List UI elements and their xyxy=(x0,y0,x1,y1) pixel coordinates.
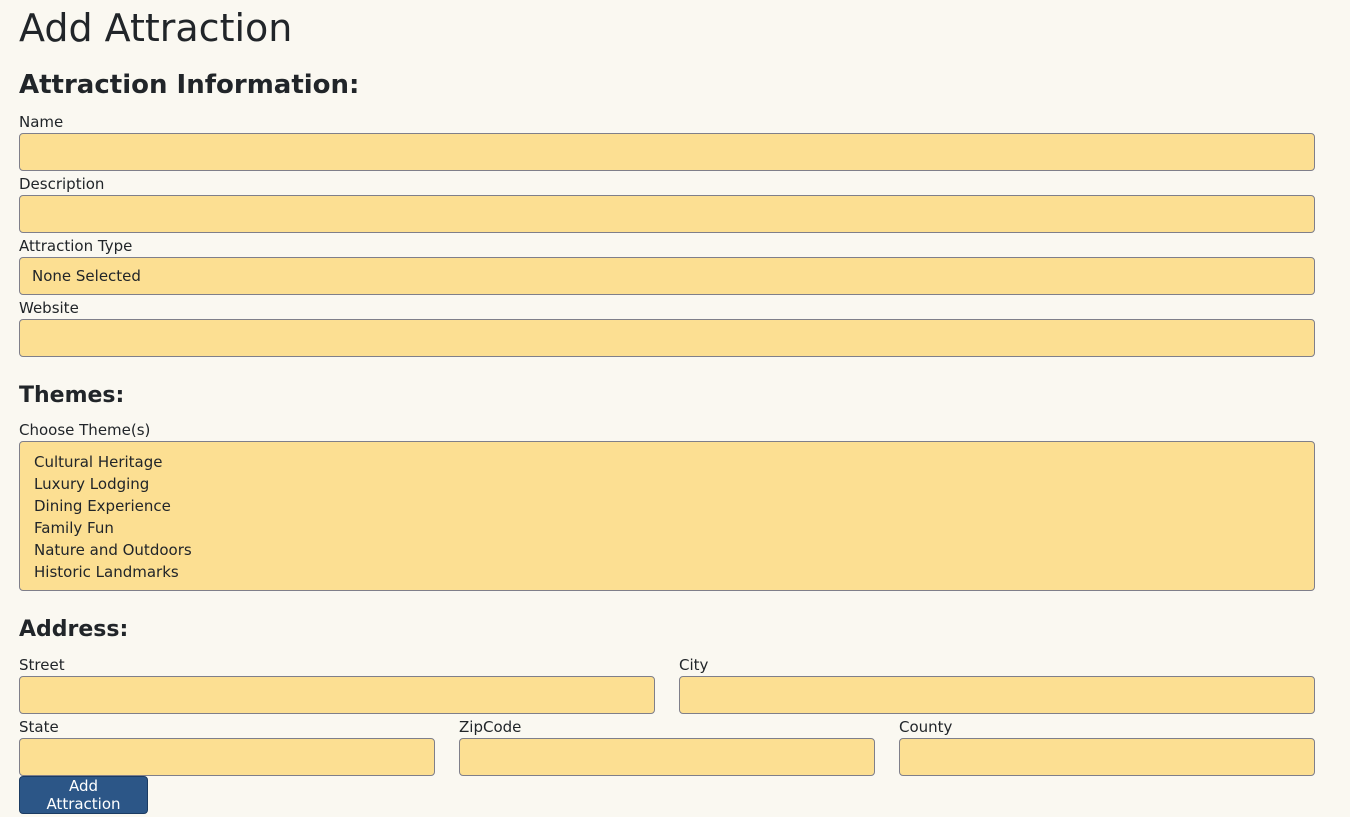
theme-option[interactable]: Cultural Heritage xyxy=(34,451,1300,473)
theme-option[interactable]: Dining Experience xyxy=(34,495,1300,517)
website-label: Website xyxy=(19,299,79,317)
county-input[interactable] xyxy=(899,738,1315,776)
page-title: Add Attraction xyxy=(19,6,293,50)
themes-multiselect[interactable]: Cultural Heritage Luxury Lodging Dining … xyxy=(19,441,1315,591)
state-input[interactable] xyxy=(19,738,435,776)
attraction-type-selected-value: None Selected xyxy=(32,267,141,285)
themes-heading: Themes: xyxy=(19,383,125,408)
street-label: Street xyxy=(19,656,65,674)
attraction-type-select[interactable]: None Selected xyxy=(19,257,1315,295)
add-attraction-button[interactable]: Add Attraction xyxy=(19,776,148,814)
website-input[interactable] xyxy=(19,319,1315,357)
address-heading: Address: xyxy=(19,617,129,642)
theme-option[interactable]: Luxury Lodging xyxy=(34,473,1300,495)
county-label: County xyxy=(899,718,953,736)
attraction-info-heading: Attraction Information: xyxy=(19,70,360,100)
attraction-type-label: Attraction Type xyxy=(19,237,133,255)
description-input[interactable] xyxy=(19,195,1315,233)
city-label: City xyxy=(679,656,709,674)
zipcode-input[interactable] xyxy=(459,738,875,776)
zipcode-label: ZipCode xyxy=(459,718,522,736)
name-input[interactable] xyxy=(19,133,1315,171)
theme-option[interactable]: Family Fun xyxy=(34,517,1300,539)
description-label: Description xyxy=(19,175,105,193)
choose-themes-label: Choose Theme(s) xyxy=(19,421,151,439)
state-label: State xyxy=(19,718,59,736)
name-label: Name xyxy=(19,113,64,131)
city-input[interactable] xyxy=(679,676,1315,714)
theme-option[interactable]: Nature and Outdoors xyxy=(34,539,1300,561)
street-input[interactable] xyxy=(19,676,655,714)
theme-option[interactable]: Historic Landmarks xyxy=(34,561,1300,583)
